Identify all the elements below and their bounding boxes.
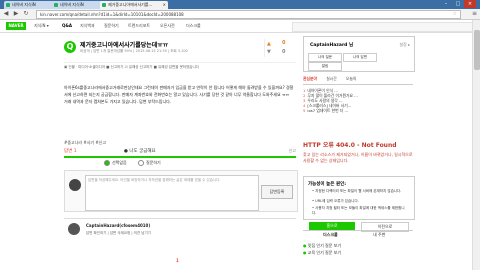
nav-encyclopedia[interactable]: 지식백과: [80, 22, 95, 30]
rank-number: 5: [303, 108, 306, 113]
home-button[interactable]: 홈으로: [309, 222, 355, 230]
minimize-button[interactable]: –: [440, 0, 452, 8]
reload-icon[interactable]: ↻: [22, 10, 30, 18]
error-causes-title: 가능성이 높은 원인:: [308, 182, 347, 187]
naver-favicon-icon: [54, 3, 58, 7]
username[interactable]: CaptainHazard 님: [310, 42, 353, 48]
nav-scroll[interactable]: 더스크롤: [186, 22, 201, 30]
answerer-name[interactable]: CaptainHazard(cfosem4010): [86, 223, 150, 228]
bottom-list: 맛집 인기 질문 보기 교육 인기 질문 보기: [303, 242, 413, 256]
scrollbar-thumb[interactable]: [474, 30, 480, 70]
answer-textarea[interactable]: 답변을 작성해주세요. 타인을 비방하거나 저작권을 침해하는 글은 제재를 받…: [85, 175, 259, 211]
tab-label: 제거중고니아에서사기를...: [108, 2, 153, 7]
question-body: 아이폰6s를중고나라에서중고거래로판상인데요 그런데이 판매자가 입금을 받고 …: [64, 85, 294, 104]
vote-down-count: 0: [282, 49, 286, 55]
browser-tab-2[interactable]: 네이버 지식iN ×: [52, 1, 106, 9]
close-window-button[interactable]: ×: [464, 0, 476, 8]
user-box: CaptainHazard 님 설정 ▸ 나의 질문 나의 답변알림: [303, 36, 415, 72]
thumb-down-icon[interactable]: ▼: [267, 49, 271, 55]
answer-item: CaptainHazard(cfosem4010) 답변 확인하기 | 답변 삭…: [64, 218, 296, 247]
tab-alerts[interactable]: 알림: [308, 62, 342, 71]
list-item[interactable]: 교육 인기 질문 보기: [303, 249, 413, 256]
url-input[interactable]: kin.naver.com/qna/detail.nhn?d1id=1&dirI…: [36, 10, 461, 19]
list-item[interactable]: 5 ios7 업데이트 한번 더 ...: [303, 108, 413, 113]
settings-link[interactable]: 설정 ▸: [399, 42, 410, 48]
tab-realtime[interactable]: 실시간: [326, 76, 336, 81]
browser-tab-1[interactable]: 네이버 지식iN ×: [4, 1, 58, 9]
list-item[interactable]: 맛집 인기 질문 보기: [303, 242, 413, 249]
user-tabs: 나의 질문 나의 답변알림: [308, 53, 410, 71]
question-meta: 비공개 | 답변 1개 질문마감률 90% | 2015.06.15 21:39…: [80, 49, 188, 53]
naver-logo[interactable]: NAVER: [6, 22, 26, 30]
browser-tab-active[interactable]: 제거중고니아에서사기를... ×: [100, 1, 168, 9]
curious-button[interactable]: ● 나도 궁금해요: [124, 148, 156, 154]
tab-nearby[interactable]: 내 주변: [373, 232, 385, 238]
maximize-button[interactable]: □: [452, 0, 464, 8]
vote-box: ▲ 0 ▼ 0: [264, 39, 295, 57]
answer-actions[interactable]: 답변 확인하기 | 답변 삭제요청 | 의견 남기기: [86, 231, 151, 236]
question-badge-icon: Q: [64, 41, 76, 53]
tab-label: 네이버 지식iN: [60, 2, 84, 7]
radio-label: 선택없음: [112, 160, 127, 165]
tab-scroll[interactable]: 더스크롤: [323, 232, 338, 238]
question-subline: ▣ 인물 · 미디어·소셜미디어 ■ 신고하기 ☑ 유해성 신고하기 ■ 유해성…: [64, 62, 296, 71]
nav-ask[interactable]: 질문하기: [104, 22, 119, 30]
search-box[interactable]: [292, 22, 479, 32]
user-avatar: [69, 179, 81, 191]
answer-options: 선택없음 질문하기: [104, 160, 171, 166]
rank-title: ios7 업데이트 한번 더 ...: [307, 108, 349, 113]
error-causes-box: 가능성이 높은 원인: • 지정한 디렉터리 또는 파일이 웹 서버에 존재하지…: [303, 176, 415, 220]
answerer-avatar: [68, 223, 80, 235]
radio-none[interactable]: 선택없음: [104, 160, 127, 166]
radio-label: 질문하기: [146, 160, 161, 165]
tab-my-answers[interactable]: 나의 답변: [343, 53, 377, 62]
page-scrollbar[interactable]: [472, 20, 480, 270]
forward-icon[interactable]: ▶: [12, 10, 20, 18]
error-cause: • 지정한 디렉터리 또는 파일이 웹 서버에 존재하지 않습니다.: [312, 189, 402, 193]
report-link[interactable]: 신고: [289, 148, 296, 154]
tab-interest[interactable]: 관심분야: [303, 76, 317, 81]
error-cause: • 사용자 지정 필터 또는 모듈이 파일에 대한 액세스를 제한합니다.: [312, 206, 405, 215]
nav-qna[interactable]: Q&A: [62, 22, 72, 30]
error-description: 찾고 있는 리소스가 제거되었거나, 이름이 바뀌었거나, 일시적으로 사용할 …: [303, 152, 413, 163]
browser-tab-bar: 네이버 지식iN × 네이버 지식iN × 제거중고니아에서사기를... × –…: [0, 0, 480, 9]
radio-dot-icon: [138, 160, 145, 166]
nav-kin[interactable]: 지식iN ▾: [34, 22, 49, 30]
answer-header: 답변 1 ● 나도 궁금해요 신고: [64, 148, 296, 158]
ranking-tabs: 관심분야 실시간 오늘의: [303, 76, 413, 85]
answer-compose: 답변을 작성해주세요. 타인을 비방하거나 저작권을 침해하는 글은 제재를 받…: [64, 170, 298, 212]
question-title: 제거중고니아에서사기를당는데ㅠㅠ: [80, 42, 169, 49]
browser-menu-icon[interactable]: ≡: [472, 10, 477, 18]
naver-favicon-icon: [102, 3, 106, 7]
close-tab-icon[interactable]: ×: [163, 1, 166, 9]
bottom-tabs: 더스크롤 내 주변: [303, 230, 413, 240]
address-bar: ◀ ▶ ↻ kin.naver.com/qna/detail.nhn?d1id=…: [0, 9, 480, 20]
radio-dot-icon: [104, 160, 110, 166]
tab-my-questions[interactable]: 나의 질문: [308, 53, 342, 62]
question-tags[interactable]: #중고나라 #사기 #신고: [64, 140, 106, 146]
vote-up-count: 0: [282, 40, 286, 46]
error-cause: • URL에 입력 오류가 있습니다.: [312, 199, 359, 203]
submit-answer-button[interactable]: 답변등록: [261, 185, 293, 199]
thumb-up-icon[interactable]: ▲: [267, 41, 271, 47]
answer-count: 답변 1: [64, 149, 77, 154]
error-title: HTTP 오류 404.0 - Not Found: [303, 142, 397, 149]
bookmark-star-icon[interactable]: ☆: [453, 11, 457, 18]
tab-today[interactable]: 오늘의: [346, 76, 356, 81]
back-icon[interactable]: ◀: [2, 10, 10, 18]
page-number[interactable]: 1: [176, 258, 179, 263]
nav-trend[interactable]: 트렌드리포트: [128, 22, 150, 30]
error-panel: HTTP 오류 404.0 - Not Found 찾고 있는 리소스가 제거되…: [303, 140, 415, 232]
radio-ask[interactable]: 질문하기: [138, 160, 161, 166]
nav-opendict[interactable]: 오픈사전: [160, 22, 175, 30]
site-header: NAVER 지식iN ▾ Q&A 지식백과 질문하기 트렌드리포트 오픈사전 더…: [0, 20, 480, 33]
naver-favicon-icon: [6, 3, 10, 7]
tab-label: 네이버 지식iN: [12, 2, 36, 7]
url-text: kin.naver.com/qna/detail.nhn?d1id=1&dirI…: [40, 12, 184, 17]
ranking-list: 1 내아이폰이 인식 ... 2 무지 많이 올라간 이거뭔가요 ... 3 우리도 …: [303, 88, 413, 113]
